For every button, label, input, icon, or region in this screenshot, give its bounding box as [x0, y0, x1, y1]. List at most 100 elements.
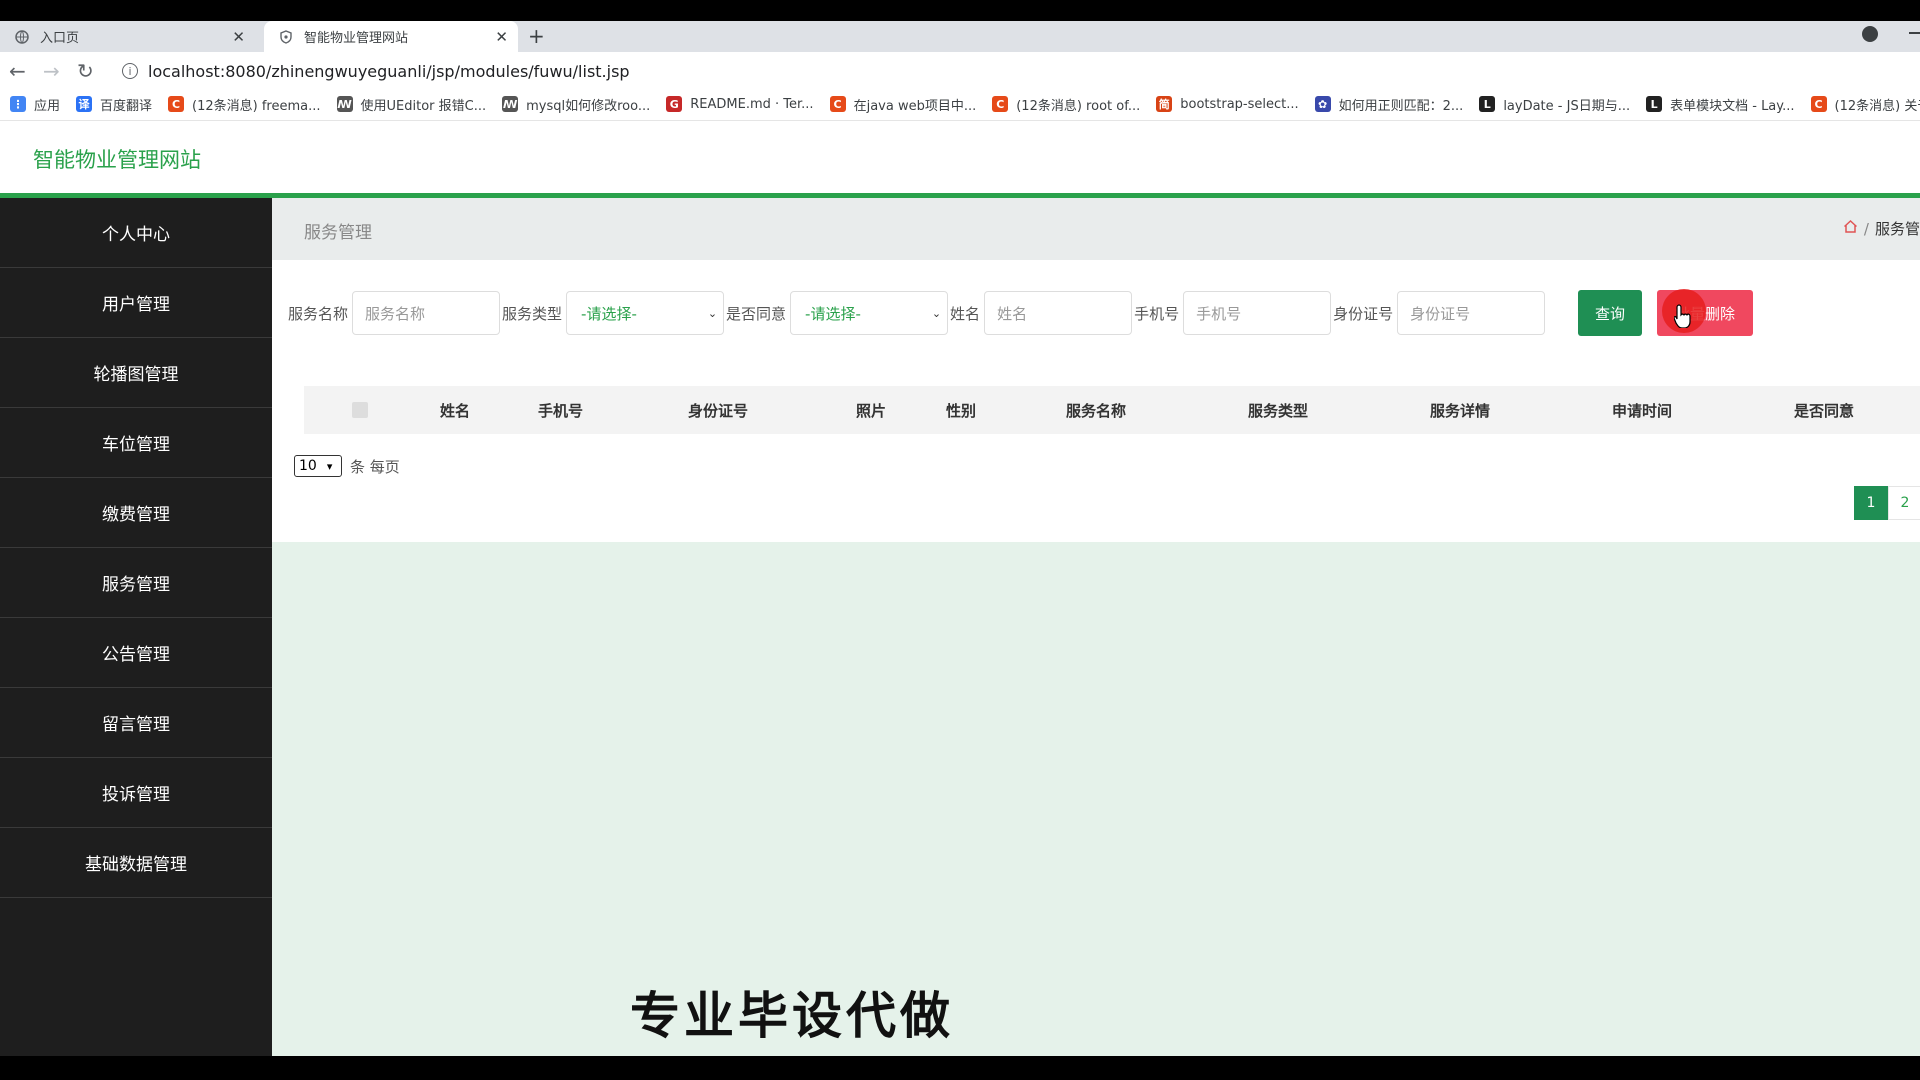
bookmark-label: (12条消息) freema...: [192, 98, 321, 114]
bookmark-label: 应用: [34, 98, 61, 114]
tab-property-site[interactable]: 智能物业管理网站 ✕: [264, 21, 518, 52]
back-arrow-icon[interactable]: ←: [9, 59, 26, 83]
bookmark-label: bootstrap-select...: [1180, 96, 1299, 112]
select-all-checkbox[interactable]: [352, 402, 368, 418]
page-size-select[interactable]: 10 ▾: [294, 455, 342, 477]
home-icon[interactable]: [1843, 219, 1858, 238]
col-service-name: 服务名称: [1066, 402, 1127, 420]
close-icon[interactable]: ✕: [495, 28, 508, 46]
sidebar-item-message-management[interactable]: 留言管理: [0, 688, 272, 758]
bookmark-label: 在java web项目中...: [853, 98, 977, 114]
sidebar-item-personal-center[interactable]: 个人中心: [0, 198, 272, 268]
tab-strip: 入口页 ✕ 智能物业管理网站 ✕: [0, 21, 1920, 52]
bookmark-label: (12条消息) root of...: [1016, 98, 1141, 114]
tab-title: 智能物业管理网站: [304, 31, 409, 46]
bookmark-item[interactable]: ✿ 如何用正则匹配：2...: [1314, 95, 1464, 114]
bookmark-label: (12条消息) 关于lay...: [1834, 98, 1920, 114]
pagination: 1 2: [1854, 486, 1920, 520]
bookmark-item[interactable]: G README.md · Ter...: [666, 96, 814, 112]
agree-value: -请选择-: [805, 304, 861, 323]
bookmark-label: 如何用正则匹配：2...: [1338, 98, 1464, 114]
sidebar-item-complaint-management[interactable]: 投诉管理: [0, 758, 272, 828]
sidebar-item-basic-data-management[interactable]: 基础数据管理: [0, 828, 272, 898]
sidebar-item-parking-management[interactable]: 车位管理: [0, 408, 272, 478]
breadcrumb-separator: /: [1863, 219, 1869, 238]
bookmark-favicon-icon: L: [1646, 96, 1663, 112]
page-size-label: 条 每页: [350, 457, 400, 476]
service-type-value: -请选择-: [581, 304, 637, 323]
close-icon[interactable]: ✕: [232, 28, 245, 46]
minimize-icon[interactable]: [1909, 32, 1920, 34]
bookmark-favicon-icon: L: [1479, 96, 1496, 112]
bookmark-item[interactable]: C (12条消息) freema...: [168, 95, 321, 114]
sidebar: 个人中心 用户管理 轮播图管理 车位管理 缴费管理 服务管理 公告管理 留言管理…: [0, 198, 272, 1056]
chevron-down-icon: ⌄: [931, 306, 942, 320]
screen: 入口页 ✕ 智能物业管理网站 ✕ + ← → ↻ i localhost:808…: [0, 0, 1920, 1080]
url-text: localhost:8080/zhinengwuyeguanli/jsp/mod…: [148, 61, 630, 81]
bookmark-item[interactable]: 译百度翻译: [76, 95, 152, 114]
col-photo: 照片: [856, 402, 887, 420]
new-tab-icon[interactable]: +: [528, 24, 545, 48]
bookmark-item[interactable]: ꟿ 使用UEditor 报错C...: [336, 95, 487, 114]
bookmark-item[interactable]: C 在java web项目中...: [829, 95, 977, 114]
bookmark-label: layDate - JS日期与...: [1503, 98, 1631, 114]
col-phone: 手机号: [538, 402, 584, 420]
tab-entry-page[interactable]: 入口页 ✕: [0, 21, 255, 52]
bookmarks-bar: ⋮ 应用译百度翻译 C (12条消息) freema... ꟿ 使用UEditor 报错C…: [0, 88, 1920, 121]
phone-label: 手机号: [1134, 304, 1180, 323]
idcard-input[interactable]: 身份证号: [1397, 291, 1546, 335]
sidebar-item-notice-management[interactable]: 公告管理: [0, 618, 272, 688]
bookmark-favicon-icon: 译: [76, 96, 93, 112]
bookmark-favicon-icon: 简: [1156, 96, 1173, 112]
chevron-down-icon: ⌄: [707, 306, 718, 320]
sidebar-item-service-management[interactable]: 服务管理: [0, 548, 272, 618]
page-title: 服务管理: [304, 223, 372, 243]
web-page: 智能物业管理网站 个人中心 用户管理 轮播图管理 车位管理 缴费管理 服务管理 …: [0, 121, 1920, 1056]
service-type-select[interactable]: -请选择- ⌄: [566, 291, 725, 335]
bookmark-favicon-icon: ꟿ: [502, 96, 519, 112]
site-title[interactable]: 智能物业管理网站: [33, 144, 201, 174]
query-button[interactable]: 查询: [1578, 290, 1642, 336]
page-size-control: 10 ▾ 条 每页: [294, 455, 400, 477]
sidebar-item-user-management[interactable]: 用户管理: [0, 268, 272, 338]
name-input[interactable]: 姓名: [984, 291, 1133, 335]
main-area: 服务管理 / 服务管 服务名称 服务名称 服务类型 -请选择- ⌄ 是否同意 -…: [272, 198, 1920, 1056]
agree-label: 是否同意: [726, 304, 787, 323]
phone-input[interactable]: 手机号: [1183, 291, 1332, 335]
reload-icon[interactable]: ↻: [77, 59, 94, 83]
sidebar-item-payment-management[interactable]: 缴费管理: [0, 478, 272, 548]
page-button-2[interactable]: 2: [1888, 486, 1920, 520]
hand-cursor-icon: [1673, 304, 1692, 334]
bookmark-item[interactable]: ꟿ mysql如何修改roo...: [502, 95, 650, 114]
bookmark-item[interactable]: 简 bootstrap-select...: [1156, 96, 1299, 112]
bookmark-favicon-icon: ✿: [1314, 96, 1331, 112]
bookmark-item[interactable]: C (12条消息) 关于lay...: [1810, 95, 1920, 114]
col-agree: 是否同意: [1794, 402, 1855, 420]
bookmark-favicon-icon: ꟿ: [336, 96, 353, 112]
bookmark-item[interactable]: LlayDate - JS日期与...: [1479, 95, 1630, 114]
bookmark-item[interactable]: ⋮ 应用: [10, 95, 60, 114]
breadcrumb: 服务管理 / 服务管: [272, 198, 1920, 260]
service-name-label: 服务名称: [288, 304, 349, 323]
profile-icon[interactable]: [1862, 26, 1878, 42]
name-label: 姓名: [950, 304, 981, 323]
page-button-1[interactable]: 1: [1854, 486, 1888, 520]
shield-icon: [278, 29, 294, 45]
col-gender: 性别: [946, 402, 977, 420]
address-bar[interactable]: i localhost:8080/zhinengwuyeguanli/jsp/m…: [112, 56, 1920, 86]
list-panel: 服务名称 服务名称 服务类型 -请选择- ⌄ 是否同意 -请选择- ⌄ 姓名 姓…: [272, 260, 1920, 542]
col-name: 姓名: [440, 402, 471, 420]
col-idcard: 身份证号: [688, 402, 749, 420]
bookmark-label: 百度翻译: [100, 98, 153, 114]
agree-select[interactable]: -请选择- ⌄: [790, 291, 949, 335]
bookmark-item[interactable]: C (12条消息) root of...: [992, 95, 1140, 114]
bookmark-item[interactable]: L 表单模块文档 - Lay...: [1646, 95, 1795, 114]
sidebar-item-carousel-management[interactable]: 轮播图管理: [0, 338, 272, 408]
site-header: 智能物业管理网站: [0, 121, 1920, 193]
info-icon[interactable]: i: [122, 63, 138, 79]
service-name-input[interactable]: 服务名称: [352, 291, 501, 335]
tab-title: 入口页: [40, 31, 80, 46]
bottom-letterbox: [0, 1056, 1920, 1080]
bookmark-label: 使用UEditor 报错C...: [360, 98, 487, 114]
forward-arrow-icon[interactable]: →: [43, 59, 60, 83]
